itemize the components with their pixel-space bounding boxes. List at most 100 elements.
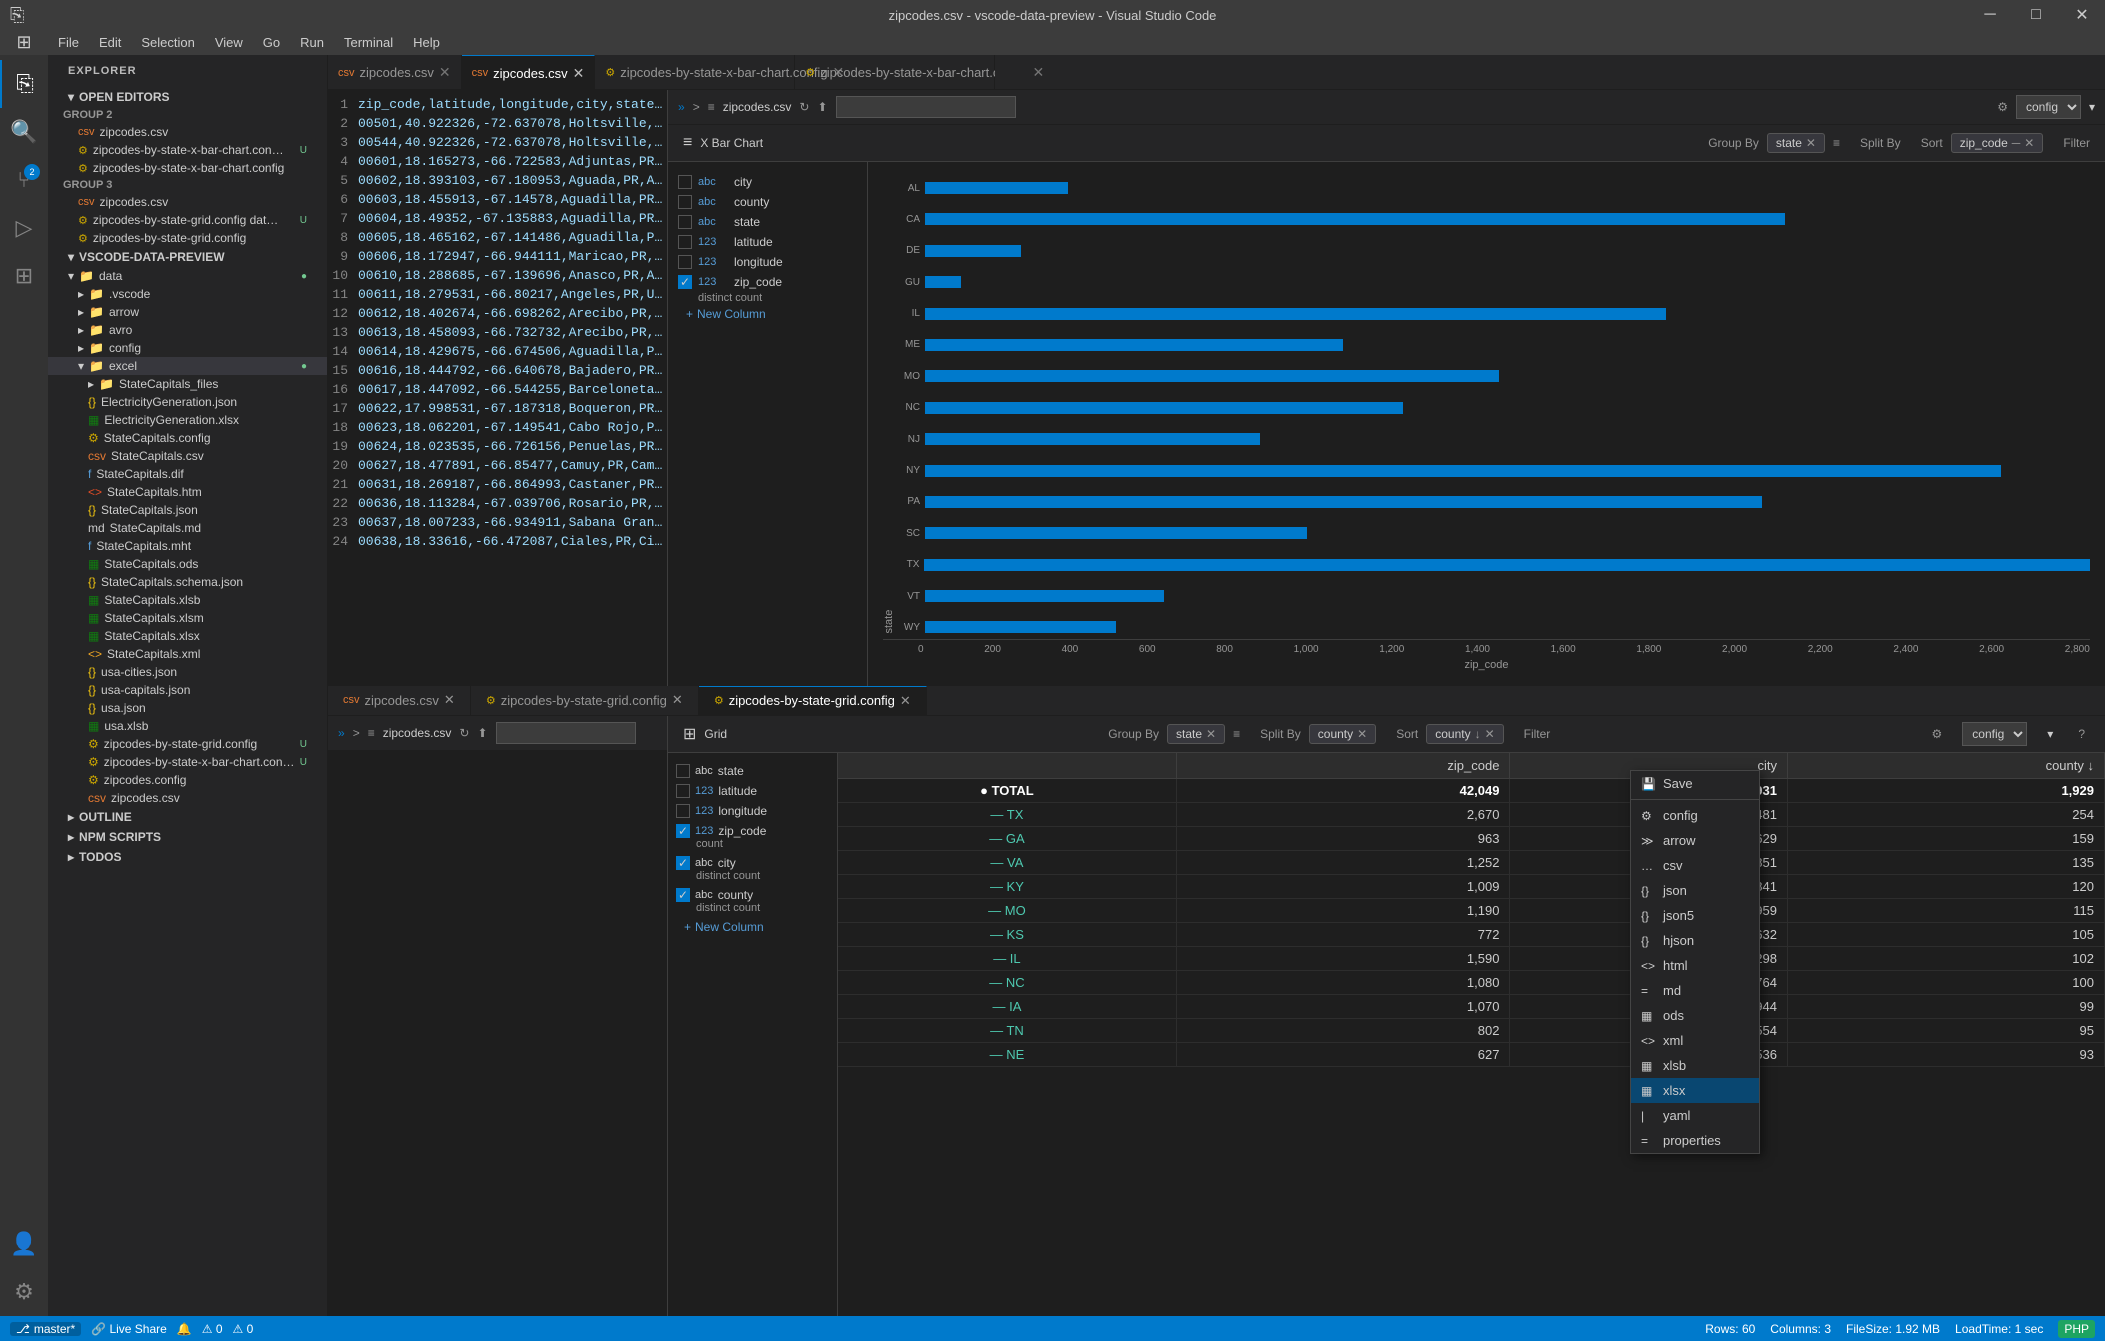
grid-col-check-state[interactable]	[676, 764, 690, 778]
sidebar-folder-vscode[interactable]: ▸📁 .vscode	[48, 285, 327, 303]
sidebar-folder-state-capitals[interactable]: ▸📁 StateCapitals_files	[48, 375, 327, 393]
col-item-longitude[interactable]: 123 longitude	[678, 252, 857, 272]
grid-col-check-latitude[interactable]	[676, 784, 690, 798]
dropdown-json[interactable]: {} json	[1631, 878, 1759, 903]
grid-split-by-chip[interactable]: county ✕	[1309, 724, 1376, 744]
table-header-zipcode[interactable]: zip_code	[1176, 753, 1510, 779]
sidebar-item-zipcodes-csv-2[interactable]: csv zipcodes.csv	[48, 193, 327, 211]
dropdown-properties[interactable]: = properties	[1631, 1128, 1759, 1153]
col-check-zipcode[interactable]: ✓	[678, 275, 692, 289]
dropdown-csv[interactable]: … csv	[1631, 853, 1759, 878]
group-by-remove[interactable]: ✕	[1806, 136, 1816, 150]
tab-bar-chart-config-2[interactable]: ⚙ zipcodes-by-state-x-bar-chart.config ✕	[795, 55, 995, 90]
bottom-search-box[interactable]	[496, 722, 636, 744]
grid-col-zipcode[interactable]: ✓ 123 zip_code count	[676, 821, 829, 853]
menu-terminal[interactable]: Terminal	[334, 30, 403, 55]
sidebar-item-zipcodes-config[interactable]: ⚙ zipcodes.config	[48, 771, 327, 789]
sidebar-item-statecapitals-xml[interactable]: <> StateCapitals.xml	[48, 645, 327, 663]
sidebar-item-statecapitals-json[interactable]: {} StateCapitals.json	[48, 501, 327, 519]
activity-settings[interactable]: ⚙	[0, 1268, 48, 1316]
sidebar-item-statecapitals-config[interactable]: ⚙ StateCapitals.config	[48, 429, 327, 447]
dropdown-xlsx[interactable]: ▦ xlsx	[1631, 1078, 1759, 1103]
menu-file[interactable]: File	[48, 30, 89, 55]
minimize-button[interactable]: ─	[1967, 0, 2013, 30]
btab-close-3[interactable]: ✕	[900, 693, 911, 709]
dropdown-xlsb[interactable]: ▦ xlsb	[1631, 1053, 1759, 1078]
activity-debug[interactable]: ▷	[0, 204, 48, 252]
sidebar-item-statecapitals-mht[interactable]: f StateCapitals.mht	[48, 537, 327, 555]
grid-col-check-city[interactable]: ✓	[676, 856, 690, 870]
activity-explorer[interactable]: ⎘	[0, 60, 48, 108]
activity-extensions[interactable]: ⊞	[0, 252, 48, 300]
maximize-button[interactable]: □	[2013, 0, 2059, 30]
sidebar-item-bar-config-u[interactable]: ⚙ zipcodes-by-state-x-bar-chart.con… U	[48, 753, 327, 771]
menu-go[interactable]: Go	[253, 30, 290, 55]
sidebar-item-zipcodes-csv[interactable]: csv zipcodes.csv	[48, 789, 327, 807]
col-check-state[interactable]	[678, 215, 692, 229]
grid-sort-direction[interactable]: ↓	[1475, 727, 1481, 741]
sidebar-item-zipcodes-csv-1[interactable]: csv zipcodes.csv	[48, 123, 327, 141]
dropdown-xml[interactable]: <> xml	[1631, 1028, 1759, 1053]
dropdown-save[interactable]: 💾 Save	[1631, 771, 1759, 796]
grid-group-settings-icon[interactable]: ≡	[1233, 727, 1240, 741]
sidebar-item-bar-chart-config-2[interactable]: ⚙ zipcodes-by-state-x-bar-chart.config	[48, 159, 327, 177]
sidebar-item-statecapitals-xlsb[interactable]: ▦ StateCapitals.xlsb	[48, 591, 327, 609]
sidebar-item-usa-cities[interactable]: {} usa-cities.json	[48, 663, 327, 681]
grid-col-state[interactable]: abc state	[676, 761, 829, 781]
npm-scripts-group[interactable]: ▸ NPM SCRIPTS	[48, 827, 327, 847]
grid-new-column-button[interactable]: + New Column	[676, 917, 829, 937]
bottom-search-input[interactable]	[496, 722, 636, 744]
menu-run[interactable]: Run	[290, 30, 334, 55]
open-editors-group[interactable]: ▾ OPEN EDITORS	[48, 87, 327, 107]
sidebar-folder-data[interactable]: ▾📁 data ●	[48, 267, 327, 285]
grid-col-county[interactable]: ✓ abc county distinct count	[676, 885, 829, 917]
sidebar-item-statecapitals-csv[interactable]: csv StateCapitals.csv	[48, 447, 327, 465]
col-check-county[interactable]	[678, 195, 692, 209]
sort-remove[interactable]: ─	[2012, 136, 2021, 150]
btab-close-1[interactable]: ✕	[444, 692, 455, 708]
dropdown-arrow[interactable]: ≫ arrow	[1631, 828, 1759, 853]
sidebar-item-usa-xlsb[interactable]: ▦ usa.xlsb	[48, 717, 327, 735]
sidebar-item-statecapitals-htm[interactable]: <> StateCapitals.htm	[48, 483, 327, 501]
menu-selection[interactable]: Selection	[131, 30, 204, 55]
chart-config-select[interactable]: config	[2016, 95, 2081, 119]
dropdown-json5[interactable]: {} json5	[1631, 903, 1759, 928]
grid-col-city[interactable]: ✓ abc city distinct count	[676, 853, 829, 885]
menu-view[interactable]: View	[205, 30, 253, 55]
dropdown-ods[interactable]: ▦ ods	[1631, 1003, 1759, 1028]
preview-upload-icon[interactable]: ⬆	[817, 100, 827, 114]
todos-group[interactable]: ▸ TODOS	[48, 847, 327, 867]
sidebar-folder-config[interactable]: ▸📁 config	[48, 339, 327, 357]
col-item-county[interactable]: abc county	[678, 192, 857, 212]
tab-bar-chart-config-1[interactable]: ⚙ zipcodes-by-state-x-bar-chart.config ✕	[595, 55, 795, 90]
bottom-upload-icon[interactable]: ⬆	[477, 726, 487, 740]
chart-search-input[interactable]	[836, 96, 1016, 118]
notification-icon[interactable]: 🔔	[177, 1322, 192, 1336]
grid-split-by-remove[interactable]: ✕	[1357, 727, 1367, 741]
activity-accounts[interactable]: 👤	[0, 1220, 48, 1268]
sidebar-item-statecapitals-xlsx[interactable]: ▦ StateCapitals.xlsx	[48, 627, 327, 645]
dropdown-md[interactable]: = md	[1631, 978, 1759, 1003]
activity-search[interactable]: 🔍	[0, 108, 48, 156]
activity-source-control[interactable]: ⑂ 2	[0, 156, 48, 204]
sort-chip[interactable]: zip_code ─ ✕	[1951, 133, 2044, 153]
sidebar-item-statecapitals-md[interactable]: md StateCapitals.md	[48, 519, 327, 537]
tab-zipcodes-csv-1[interactable]: csv zipcodes.csv ✕	[328, 55, 462, 90]
grid-group-by-chip[interactable]: state ✕	[1167, 724, 1225, 744]
sidebar-item-statecapitals-xlsm[interactable]: ▦ StateCapitals.xlsm	[48, 609, 327, 627]
vscode-data-preview-group[interactable]: ▾ VSCODE-DATA-PREVIEW	[48, 247, 327, 267]
menu-help[interactable]: Help	[403, 30, 450, 55]
tab-close-4[interactable]: ✕	[1033, 64, 1045, 81]
sidebar-item-bar-chart-config-1[interactable]: ⚙ zipcodes-by-state-x-bar-chart.con… U	[48, 141, 327, 159]
new-column-button[interactable]: + New Column	[678, 304, 857, 324]
sidebar-item-usa-capitals[interactable]: {} usa-capitals.json	[48, 681, 327, 699]
dropdown-html[interactable]: <> html	[1631, 953, 1759, 978]
dropdown-yaml[interactable]: | yaml	[1631, 1103, 1759, 1128]
preview-nav-icon[interactable]: »	[678, 100, 685, 114]
table-header-county[interactable]: county ↓	[1787, 753, 2104, 779]
grid-group-by-remove[interactable]: ✕	[1206, 727, 1216, 741]
sidebar-item-grid-config-2[interactable]: ⚙ zipcodes-by-state-grid.config	[48, 229, 327, 247]
grid-col-check-zipcode[interactable]: ✓	[676, 824, 690, 838]
outline-group[interactable]: ▸ OUTLINE	[48, 807, 327, 827]
col-item-state[interactable]: abc state	[678, 212, 857, 232]
